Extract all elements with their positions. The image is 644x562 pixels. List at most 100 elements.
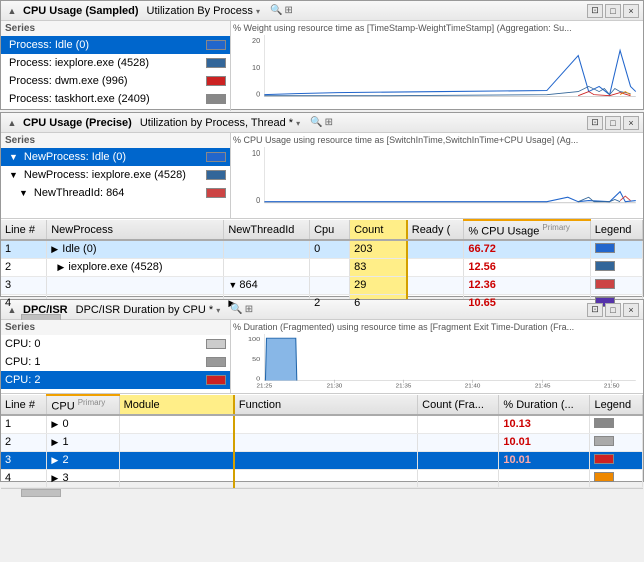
expand-arrow-bot[interactable]: ▶ bbox=[51, 419, 59, 430]
table-row[interactable]: 2 ▶ 1 10.01 bbox=[1, 433, 643, 451]
cpu-precise-content: Series ▼ NewProcess: Idle (0) ▼ NewProce… bbox=[1, 133, 643, 218]
bot-th-module[interactable]: Module bbox=[119, 395, 234, 415]
restore-button[interactable]: ⊡ bbox=[587, 4, 603, 18]
cpu-sampled-content: Series Process: Idle (0) Process: iexplo… bbox=[1, 21, 643, 111]
bot-cell-count bbox=[418, 433, 499, 451]
th-newprocess[interactable]: NewProcess bbox=[47, 220, 224, 240]
dpc-chart-title: % Duration (Fragmented) using resource t… bbox=[233, 322, 641, 332]
grid-icon[interactable]: ⊞ bbox=[284, 5, 292, 16]
series-item-iexplore[interactable]: Process: iexplore.exe (4528) bbox=[1, 54, 230, 72]
bot-th-function[interactable]: Function bbox=[234, 395, 418, 415]
mid-series-item-iexplore[interactable]: ▼ NewProcess: iexplore.exe (4528) bbox=[1, 166, 230, 184]
table-row[interactable]: 1 ▶ Idle (0) 0 203 66.72 bbox=[1, 240, 643, 258]
cell-cpu: 0 bbox=[310, 240, 350, 258]
th-line[interactable]: Line # bbox=[1, 220, 47, 240]
expand-arrow[interactable]: ▶ bbox=[57, 262, 65, 273]
mid-grid-icon[interactable]: ⊞ bbox=[325, 117, 333, 128]
mid-search-icon[interactable]: 🔍 bbox=[310, 117, 322, 128]
dpc-icon: ▲ bbox=[5, 303, 19, 317]
cell-count: 29 bbox=[350, 276, 407, 294]
mid-restore-button[interactable]: ⊡ bbox=[587, 116, 603, 130]
mid-subtitle-dropdown-icon[interactable]: ▾ bbox=[296, 119, 300, 128]
cell-line: 2 bbox=[1, 258, 47, 276]
series-item-taskhort-label: Process: taskhort.exe (2409) bbox=[9, 93, 202, 105]
table-row-selected[interactable]: 3 ▶ 2 10.01 bbox=[1, 451, 643, 469]
bot-scroll-thumb[interactable] bbox=[21, 489, 61, 497]
expand-arrow-bot[interactable]: ▶ bbox=[51, 437, 59, 448]
bot-series-cpu3[interactable]: CPU: 3 bbox=[1, 389, 230, 393]
bot-cell-count bbox=[418, 415, 499, 433]
series-color-idle bbox=[206, 40, 226, 50]
bot-series-cpu1[interactable]: CPU: 1 bbox=[1, 353, 230, 371]
bot-restore-button[interactable]: ⊡ bbox=[587, 303, 603, 317]
mid-maximize-button[interactable]: □ bbox=[605, 116, 621, 130]
bot-th-legend[interactable]: Legend bbox=[590, 395, 643, 415]
series-item-idle[interactable]: Process: Idle (0) bbox=[1, 36, 230, 54]
bot-series-cpu3-label: CPU: 3 bbox=[5, 392, 202, 393]
bot-cell-count bbox=[418, 469, 499, 487]
bot-close-button[interactable]: × bbox=[623, 303, 639, 317]
mid-series-item-thread[interactable]: ▼ NewThreadId: 864 bbox=[1, 184, 230, 202]
svg-text:50: 50 bbox=[252, 357, 260, 363]
bot-maximize-button[interactable]: □ bbox=[605, 303, 621, 317]
maximize-button[interactable]: □ bbox=[605, 4, 621, 18]
table-row[interactable]: 3 ▼ 864 29 12.36 bbox=[1, 276, 643, 294]
cpu-sampled-svg: 20 10 0 bbox=[233, 35, 641, 107]
bot-cell-module bbox=[119, 433, 234, 451]
series-item-dwm[interactable]: Process: dwm.exe (996) bbox=[1, 72, 230, 90]
mid-series-item-idle[interactable]: ▼ NewProcess: Idle (0) bbox=[1, 148, 230, 166]
table-row[interactable]: 4 ▶ 3 bbox=[1, 469, 643, 487]
table-row[interactable]: 1 ▶ 0 10.13 bbox=[1, 415, 643, 433]
bot-cell-duration: 10.01 bbox=[499, 451, 590, 469]
bot-subtitle-dropdown-icon[interactable]: ▾ bbox=[216, 306, 220, 315]
mid-series-color-iexplore bbox=[206, 170, 226, 180]
mid-series-color-thread bbox=[206, 188, 226, 198]
bot-th-line[interactable]: Line # bbox=[1, 395, 47, 415]
cpu-sampled-chart-title: % Weight using resource time as [TimeSta… bbox=[233, 23, 641, 33]
bot-series-label: Series bbox=[1, 320, 230, 335]
dpc-title: DPC/ISR bbox=[23, 304, 68, 316]
expand-arrow[interactable]: ▶ bbox=[51, 244, 59, 255]
bot-series-cpu0[interactable]: CPU: 0 bbox=[1, 335, 230, 353]
cpu-precise-icon: ▲ bbox=[5, 116, 19, 130]
cell-cpu-pct: 66.72 bbox=[464, 240, 590, 258]
subtitle-dropdown-icon[interactable]: ▾ bbox=[256, 7, 260, 16]
table-row[interactable]: 2 ▶ iexplore.exe (4528) 83 12.56 bbox=[1, 258, 643, 276]
expand-arrow[interactable]: ▼ bbox=[228, 280, 236, 290]
cpu-sampled-chart: % Weight using resource time as [TimeSta… bbox=[231, 21, 643, 111]
bot-th-duration[interactable]: % Duration (... bbox=[499, 395, 590, 415]
bot-th-count[interactable]: Count (Fra... bbox=[418, 395, 499, 415]
th-legend[interactable]: Legend bbox=[590, 220, 642, 240]
series-item-taskhort[interactable]: Process: taskhort.exe (2409) bbox=[1, 90, 230, 108]
th-ready[interactable]: Ready ( bbox=[407, 220, 464, 240]
th-cpu-pct[interactable]: % CPU Usage Primary bbox=[464, 220, 590, 240]
dpc-isr-table: Line # CPU Primary Module Function Count… bbox=[1, 394, 643, 488]
svg-text:21:35: 21:35 bbox=[396, 384, 412, 389]
th-count[interactable]: Count bbox=[350, 220, 407, 240]
cpu-precise-svg: 10 0 bbox=[233, 147, 641, 214]
expand-arrow-bot[interactable]: ▶ bbox=[51, 473, 59, 484]
close-button[interactable]: × bbox=[623, 4, 639, 18]
mid-close-button[interactable]: × bbox=[623, 116, 639, 130]
cpu-sampled-subtitle: Utilization By Process ▾ bbox=[147, 5, 260, 17]
svg-text:0: 0 bbox=[256, 376, 260, 382]
expand-arrow-bot[interactable]: ▶ bbox=[51, 455, 59, 466]
bot-horizontal-scrollbar[interactable] bbox=[1, 488, 643, 498]
bot-search-icon[interactable]: 🔍 bbox=[230, 304, 242, 315]
idle-expand-icon: ▼ bbox=[9, 152, 18, 162]
bot-cell-line: 1 bbox=[1, 415, 47, 433]
bot-series-color-cpu0 bbox=[206, 339, 226, 349]
bot-cell-legend bbox=[590, 433, 643, 451]
th-newthreadid[interactable]: NewThreadId bbox=[224, 220, 310, 240]
bot-cell-line: 2 bbox=[1, 433, 47, 451]
series-color-taskhort bbox=[206, 94, 226, 104]
bot-series-cpu1-label: CPU: 1 bbox=[5, 356, 202, 368]
cpu-precise-chart-title: % CPU Usage using resource time as [Swit… bbox=[233, 135, 641, 145]
th-cpu[interactable]: Cpu bbox=[310, 220, 350, 240]
dpc-isr-content: Series CPU: 0 CPU: 1 CPU: 2 CPU: 3 CPU: … bbox=[1, 320, 643, 393]
bot-th-cpu[interactable]: CPU Primary bbox=[47, 395, 119, 415]
bot-grid-icon[interactable]: ⊞ bbox=[245, 304, 253, 315]
search-icon[interactable]: 🔍 bbox=[270, 5, 282, 16]
bot-series-cpu2[interactable]: CPU: 2 bbox=[1, 371, 230, 389]
series-label: Series bbox=[1, 21, 230, 36]
